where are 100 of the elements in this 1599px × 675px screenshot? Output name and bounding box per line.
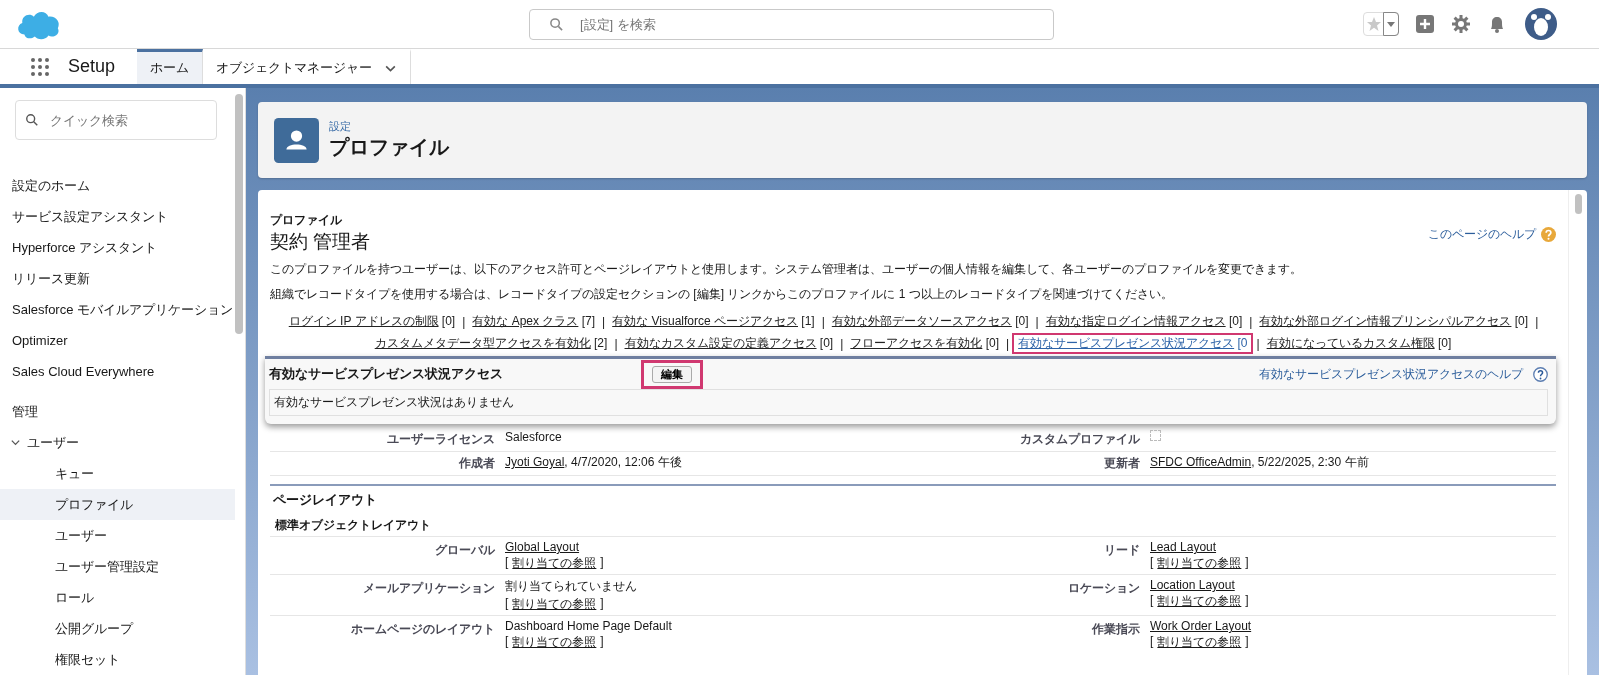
bracket-text: ] (1245, 634, 1249, 650)
bracket-text: ] (600, 555, 604, 571)
link-separator: | (821, 314, 825, 329)
sidebar-item[interactable]: Salesforce モバイルアプリケーション (0, 294, 235, 325)
nav-tab[interactable]: オブジェクトマネージャー (203, 49, 412, 84)
profile-type-label: プロファイル (270, 212, 343, 229)
description-text: このプロファイルを持つユーザーは、以下のアクセス許可とページレイアウトと使用します。システム管理者は、ユーザーの個人情報を編集して、各ユーザーのプロファイルを変更できます。 (270, 261, 1303, 278)
section-title: 有効なサービスプレゼンス状況アクセス (269, 365, 504, 383)
description-text: 組織でレコードタイプを使用する場合は、レコードタイプの設定セクションの [編集] リンクからこのプロファイルに 1 つ以上のレコードタイプを関連づけてください。 (270, 286, 1174, 303)
assignment-link[interactable]: 割り当ての参照 (1157, 634, 1242, 651)
global-search-field[interactable]: [設定] を検索 (529, 8, 1054, 40)
layout-link[interactable]: Work Order Layout (1150, 619, 1556, 633)
bracket-text: ] (1245, 555, 1249, 571)
related-list-link[interactable]: 有効なサービスプレゼンス状況アクセス [0 (1012, 333, 1254, 354)
link-separator: | (840, 336, 844, 351)
assignment-link[interactable]: 割り当ての参照 (1157, 593, 1242, 610)
field-label: ユーザーライセンス (386, 431, 495, 448)
sidebar-item[interactable]: Sales Cloud Everywhere (0, 356, 235, 387)
sidebar-item[interactable]: 設定のホーム (0, 170, 235, 201)
bracket-text: [ (1150, 555, 1154, 571)
link-separator: | (1006, 336, 1010, 351)
app-name: Setup (68, 56, 116, 77)
bracket-text: ] (600, 634, 604, 650)
empty-list-text: 有効なサービスプレゼンス状況はありません (274, 395, 514, 409)
related-list-link[interactable]: 有効な Apex クラス [7] (468, 311, 600, 332)
link-separator: | (614, 336, 618, 351)
related-list-link[interactable]: 有効になっているカスタム権限 [0] (1262, 333, 1456, 354)
field-value: Salesforce (505, 430, 562, 444)
sidebar-item[interactable]: ロール (0, 582, 235, 613)
field-label: 作成者 (458, 455, 495, 472)
field-label: カスタムプロファイル (1019, 431, 1140, 448)
search-icon (25, 113, 39, 127)
bracket-text: ] (1245, 593, 1249, 609)
caret-icon[interactable] (1386, 19, 1396, 29)
settings-icon[interactable] (1451, 14, 1471, 34)
layout-link[interactable]: Global Layout (505, 540, 905, 554)
profile-name: 契約 管理者 (270, 230, 371, 254)
related-list-link[interactable]: カスタムメタデータ型アクセスを有効化 [2] (370, 333, 612, 354)
field-label: グローバル (434, 542, 495, 559)
star-icon[interactable] (1366, 16, 1382, 32)
field-value: 割り当てられていません (505, 578, 638, 595)
bracket-text: [ (1150, 593, 1154, 609)
bracket-text: [ (505, 596, 509, 612)
assignment-link[interactable]: 割り当ての参照 (512, 596, 597, 613)
link-separator: | (1535, 314, 1539, 329)
sidebar-item[interactable]: リリース更新 (0, 263, 235, 294)
help-icon[interactable] (1533, 366, 1548, 382)
related-list-link[interactable]: フローアクセスを有効化 [0] (846, 333, 1003, 354)
subsection-title: 標準オブジェクトレイアウト (274, 517, 432, 534)
user-icon (274, 117, 319, 163)
field-label: ホームページのレイアウト (350, 621, 495, 638)
sidebar-item[interactable]: プロファイル (0, 489, 235, 520)
field-label: リード (1103, 542, 1140, 559)
related-list-link[interactable]: 有効な外部データソースアクセス [0] (827, 311, 1033, 332)
link-separator: | (602, 314, 606, 329)
section-help-link[interactable]: 有効なサービスプレゼンス状況アクセスのヘルプ (1259, 365, 1523, 383)
related-list-link[interactable]: 有効な指定ログイン情報アクセス [0] (1041, 311, 1247, 332)
bracket-text: ] (600, 596, 604, 612)
assignment-link[interactable]: 割り当ての参照 (1157, 555, 1242, 572)
edit-button[interactable]: 編集 (652, 365, 692, 383)
chevron-icon[interactable] (10, 437, 21, 448)
plus-icon[interactable] (1415, 14, 1435, 34)
field-value: Dashboard Home Page Default (505, 619, 673, 633)
sidebar-item[interactable]: Hyperforce アシスタント (0, 232, 235, 263)
field-label: 作業指示 (1091, 621, 1140, 638)
sidebar-item[interactable]: キュー (0, 458, 235, 489)
quick-search-field[interactable]: クイック検索 (15, 100, 217, 140)
timestamp-text: , 4/7/2020, 12:06 午後 (564, 455, 682, 469)
related-list-link[interactable]: 有効な Visualforce ページアクセス [1] (608, 311, 819, 332)
bracket-text: [ (1150, 634, 1154, 650)
sidebar-item[interactable]: Optimizer (0, 325, 235, 356)
scrollbar-thumb[interactable] (235, 94, 243, 334)
sidebar-item[interactable]: サービス設定アシスタント (0, 201, 235, 232)
sidebar-group[interactable]: ユーザー (0, 427, 235, 458)
bracket-text: [ (505, 634, 509, 650)
assignment-link[interactable]: 割り当ての参照 (512, 555, 597, 572)
sidebar-item[interactable]: ユーザー (0, 520, 235, 551)
assignment-link[interactable]: 割り当ての参照 (512, 634, 597, 651)
related-list-link[interactable]: 有効なカスタム設定の定義アクセス [0] (620, 333, 838, 354)
related-list-link[interactable]: ログイン IP アドレスの制限 [0] (284, 311, 460, 332)
app-launcher-icon[interactable] (30, 57, 50, 77)
link-separator: | (1256, 336, 1260, 351)
related-list-link[interactable]: 有効な外部ログイン情報プリンシパルアクセス [0] (1255, 311, 1533, 332)
sidebar-item[interactable]: 権限セット (0, 644, 235, 675)
field-label: ロケーション (1067, 580, 1140, 597)
avatar-icon[interactable] (1525, 8, 1557, 40)
search-icon (549, 16, 564, 32)
layout-link[interactable]: Lead Layout (1150, 540, 1556, 554)
nav-tab[interactable]: ホーム (137, 49, 204, 84)
scrollbar-thumb[interactable] (1574, 194, 1582, 214)
sidebar-section-heading: 管理 (12, 403, 39, 421)
section-title: ページレイアウト (272, 491, 378, 509)
timestamp-text: , 5/22/2025, 2:30 午前 (1251, 455, 1369, 469)
favorites-button[interactable] (1363, 12, 1399, 36)
layout-link[interactable]: Location Layout (1150, 578, 1556, 592)
sidebar-item[interactable]: ユーザー管理設定 (0, 551, 235, 582)
sidebar-item[interactable]: 公開グループ (0, 613, 235, 644)
help-link[interactable]: このページのヘルプ (1428, 226, 1536, 243)
link-separator: | (1035, 314, 1039, 329)
breadcrumb-link[interactable]: 設定 (329, 119, 449, 134)
